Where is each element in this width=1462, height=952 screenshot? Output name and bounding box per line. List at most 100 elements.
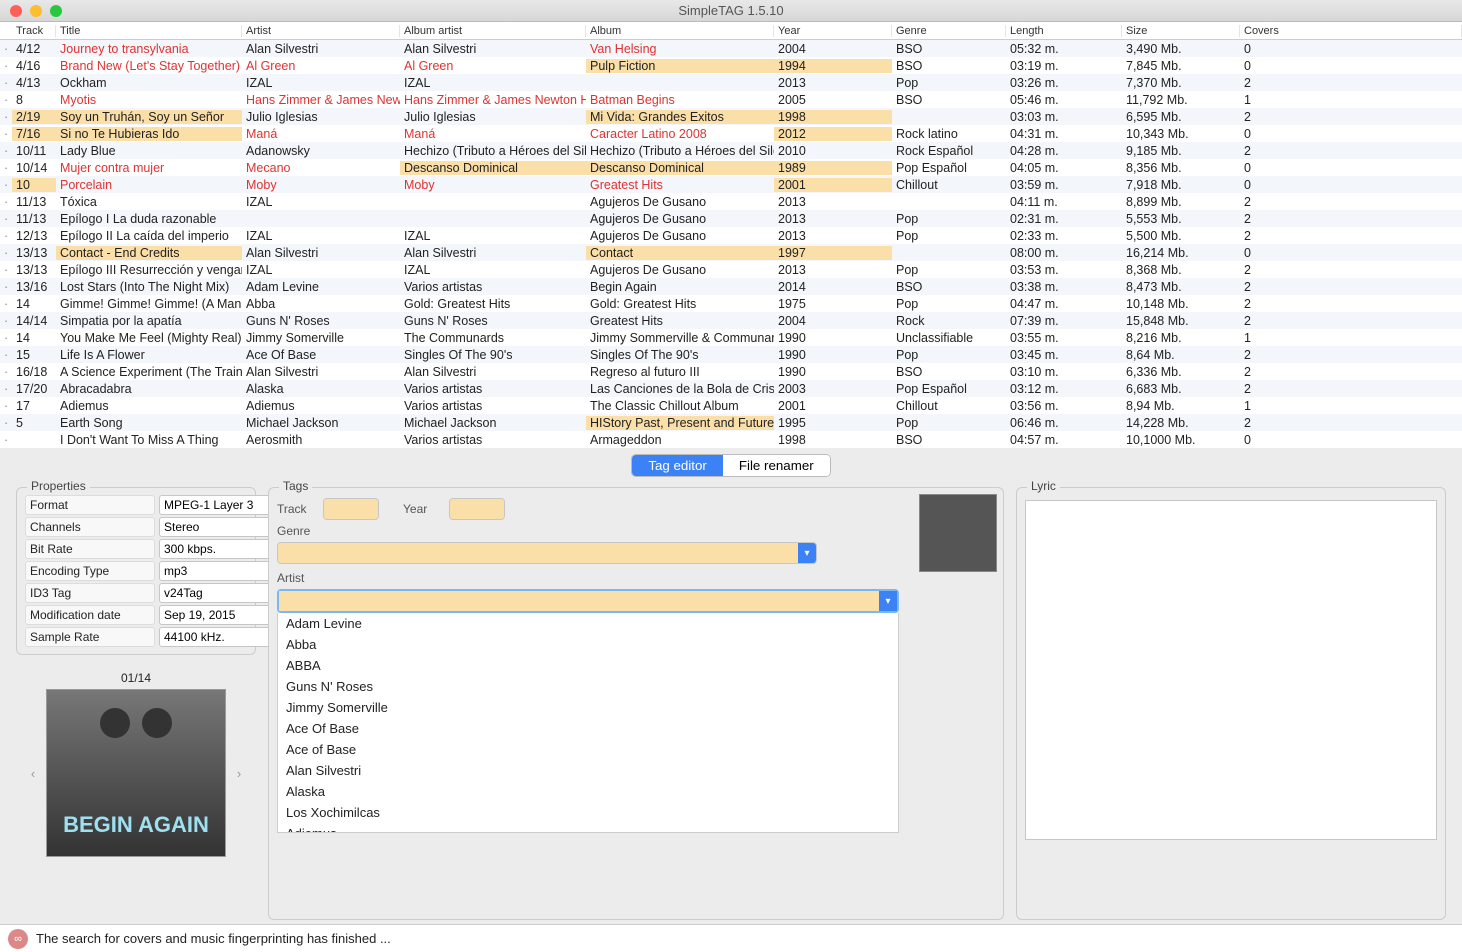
artist-dropdown[interactable]: Adam LevineAbbaABBAGuns N' RosesJimmy So… <box>277 613 899 833</box>
cell-title: Soy un Truhán, Soy un Señor <box>56 110 242 124</box>
minimize-icon[interactable] <box>30 5 42 17</box>
cell-size: 7,370 Mb. <box>1122 76 1240 90</box>
artist-input[interactable] <box>279 591 879 611</box>
cell-size: 14,228 Mb. <box>1122 416 1240 430</box>
cover-image[interactable]: BEGIN AGAIN <box>46 689 226 857</box>
table-row[interactable]: ·4/13OckhamIZALIZAL2013Pop03:26 m.7,370 … <box>0 74 1462 91</box>
genre-combo[interactable]: ▾ <box>277 542 817 564</box>
table-row[interactable]: ·13/16Lost Stars (Into The Night Mix)Ada… <box>0 278 1462 295</box>
cell-title: Porcelain <box>56 178 242 192</box>
cell-trk: 12/13 <box>12 229 56 243</box>
cell-album_artist: Julio Iglesias <box>400 110 586 124</box>
tab-file-renamer[interactable]: File renamer <box>723 455 830 476</box>
cell-trk: 11/13 <box>12 195 56 209</box>
table-row[interactable]: ·4/12Journey to transylvaniaAlan Silvest… <box>0 40 1462 57</box>
album-thumbnail[interactable] <box>919 494 997 572</box>
table-row[interactable]: ·11/13Epílogo I La duda razonableAgujero… <box>0 210 1462 227</box>
cover-counter: 01/14 <box>121 671 151 685</box>
col-year[interactable]: Year <box>774 25 892 37</box>
col-covers[interactable]: Covers <box>1240 25 1462 37</box>
cell-cov: 1 <box>1240 331 1462 345</box>
chevron-down-icon[interactable]: ▾ <box>879 591 897 611</box>
artist-combo[interactable]: ▾ <box>277 589 899 613</box>
col-genre[interactable]: Genre <box>892 25 1006 37</box>
cell-len: 04:05 m. <box>1006 161 1122 175</box>
table-row[interactable]: ·10/14Mujer contra mujerMecanoDescanso D… <box>0 159 1462 176</box>
col-album-artist[interactable]: Album artist <box>400 25 586 37</box>
cell-year: 2012 <box>774 127 892 141</box>
artist-option[interactable]: Adam Levine <box>278 613 898 634</box>
table-row[interactable]: ·2/19Soy un Truhán, Soy un SeñorJulio Ig… <box>0 108 1462 125</box>
close-icon[interactable] <box>10 5 22 17</box>
cell-cov: 2 <box>1240 382 1462 396</box>
prop-row: Bit Rate <box>25 538 247 560</box>
cell-len: 04:11 m. <box>1006 195 1122 209</box>
artist-option[interactable]: Alaska <box>278 781 898 802</box>
cell-artist: Al Green <box>242 59 400 73</box>
table-row[interactable]: ·17/20AbracadabraAlaskaVarios artistasLa… <box>0 380 1462 397</box>
track-combo[interactable]: ▾ <box>323 498 379 520</box>
table-row[interactable]: ·5Earth SongMichael JacksonMichael Jacks… <box>0 414 1462 431</box>
table-row[interactable]: ·17AdiemusAdiemusVarios artistasThe Clas… <box>0 397 1462 414</box>
table-row[interactable]: ·10/11Lady BlueAdanowskyHechizo (Tributo… <box>0 142 1462 159</box>
col-album[interactable]: Album <box>586 25 774 37</box>
table-row[interactable]: ·10PorcelainMobyMobyGreatest Hits2001Chi… <box>0 176 1462 193</box>
cell-genre: Pop <box>892 263 1006 277</box>
cell-len: 03:03 m. <box>1006 110 1122 124</box>
cell-album: Regreso al futuro III <box>586 365 774 379</box>
track-table[interactable]: ·4/12Journey to transylvaniaAlan Silvest… <box>0 40 1462 448</box>
cover-prev-button[interactable]: ‹ <box>24 753 42 793</box>
cell-album: Greatest Hits <box>586 314 774 328</box>
cell-year: 1998 <box>774 110 892 124</box>
table-row[interactable]: ·12/13Epílogo II La caída del imperioIZA… <box>0 227 1462 244</box>
table-row[interactable]: ·8MyotisHans Zimmer & James Newton Howar… <box>0 91 1462 108</box>
status-text: The search for covers and music fingerpr… <box>36 931 391 946</box>
status-icon: ∞ <box>8 929 28 949</box>
table-row[interactable]: ·11/13TóxicaIZALAgujeros De Gusano201304… <box>0 193 1462 210</box>
cell-len: 06:46 m. <box>1006 416 1122 430</box>
table-row[interactable]: ·13/13Epílogo III Resurrección y venganz… <box>0 261 1462 278</box>
artist-option[interactable]: Adiemus <box>278 823 898 833</box>
cell-year: 1995 <box>774 416 892 430</box>
cell-artist: Aerosmith <box>242 433 400 447</box>
table-row[interactable]: ·14Gimme! Gimme! Gimme! (A Man After Mid… <box>0 295 1462 312</box>
artist-option[interactable]: Ace of Base <box>278 739 898 760</box>
table-row[interactable]: ·15Life Is A FlowerAce Of BaseSingles Of… <box>0 346 1462 363</box>
table-row[interactable]: ·7/16Si no Te Hubieras IdoManáManáCaract… <box>0 125 1462 142</box>
table-row[interactable]: ·14/14Simpatia por la apatíaGuns N' Rose… <box>0 312 1462 329</box>
col-artist[interactable]: Artist <box>242 25 400 37</box>
table-row[interactable]: ·16/18A Science Experiment (The Train)Al… <box>0 363 1462 380</box>
cell-title: Adiemus <box>56 399 242 413</box>
col-length[interactable]: Length <box>1006 25 1122 37</box>
artist-option[interactable]: ABBA <box>278 655 898 676</box>
col-title[interactable]: Title <box>56 25 242 37</box>
table-row[interactable]: ·13/13Contact - End CreditsAlan Silvestr… <box>0 244 1462 261</box>
tab-tag-editor[interactable]: Tag editor <box>632 455 723 476</box>
table-row[interactable]: ·I Don't Want To Miss A ThingAerosmithVa… <box>0 431 1462 448</box>
artist-option[interactable]: Abba <box>278 634 898 655</box>
artist-option[interactable]: Alan Silvestri <box>278 760 898 781</box>
chevron-down-icon[interactable]: ▾ <box>798 543 816 563</box>
prop-key: Channels <box>25 517 155 537</box>
cell-genre: BSO <box>892 280 1006 294</box>
cell-album_artist: Gold: Greatest Hits <box>400 297 586 311</box>
cell-album_artist: Varios artistas <box>400 433 586 447</box>
artist-option[interactable]: Jimmy Somerville <box>278 697 898 718</box>
artist-option[interactable]: Guns N' Roses <box>278 676 898 697</box>
cell-title: Myotis <box>56 93 242 107</box>
cell-genre: Pop <box>892 348 1006 362</box>
cell-cov: 2 <box>1240 280 1462 294</box>
cover-next-button[interactable]: › <box>230 753 248 793</box>
col-track[interactable]: Track <box>12 25 56 37</box>
artist-option[interactable]: Ace Of Base <box>278 718 898 739</box>
artist-option[interactable]: Los Xochimilcas <box>278 802 898 823</box>
cell-year: 1994 <box>774 59 892 73</box>
cell-genre: BSO <box>892 433 1006 447</box>
table-row[interactable]: ·14You Make Me Feel (Mighty Real)Jimmy S… <box>0 329 1462 346</box>
cell-len: 03:59 m. <box>1006 178 1122 192</box>
table-row[interactable]: ·4/16Brand New (Let's Stay Together)Al G… <box>0 57 1462 74</box>
zoom-icon[interactable] <box>50 5 62 17</box>
lyric-textarea[interactable] <box>1025 500 1437 840</box>
col-size[interactable]: Size <box>1122 25 1240 37</box>
year-combo[interactable]: ▾ <box>449 498 505 520</box>
